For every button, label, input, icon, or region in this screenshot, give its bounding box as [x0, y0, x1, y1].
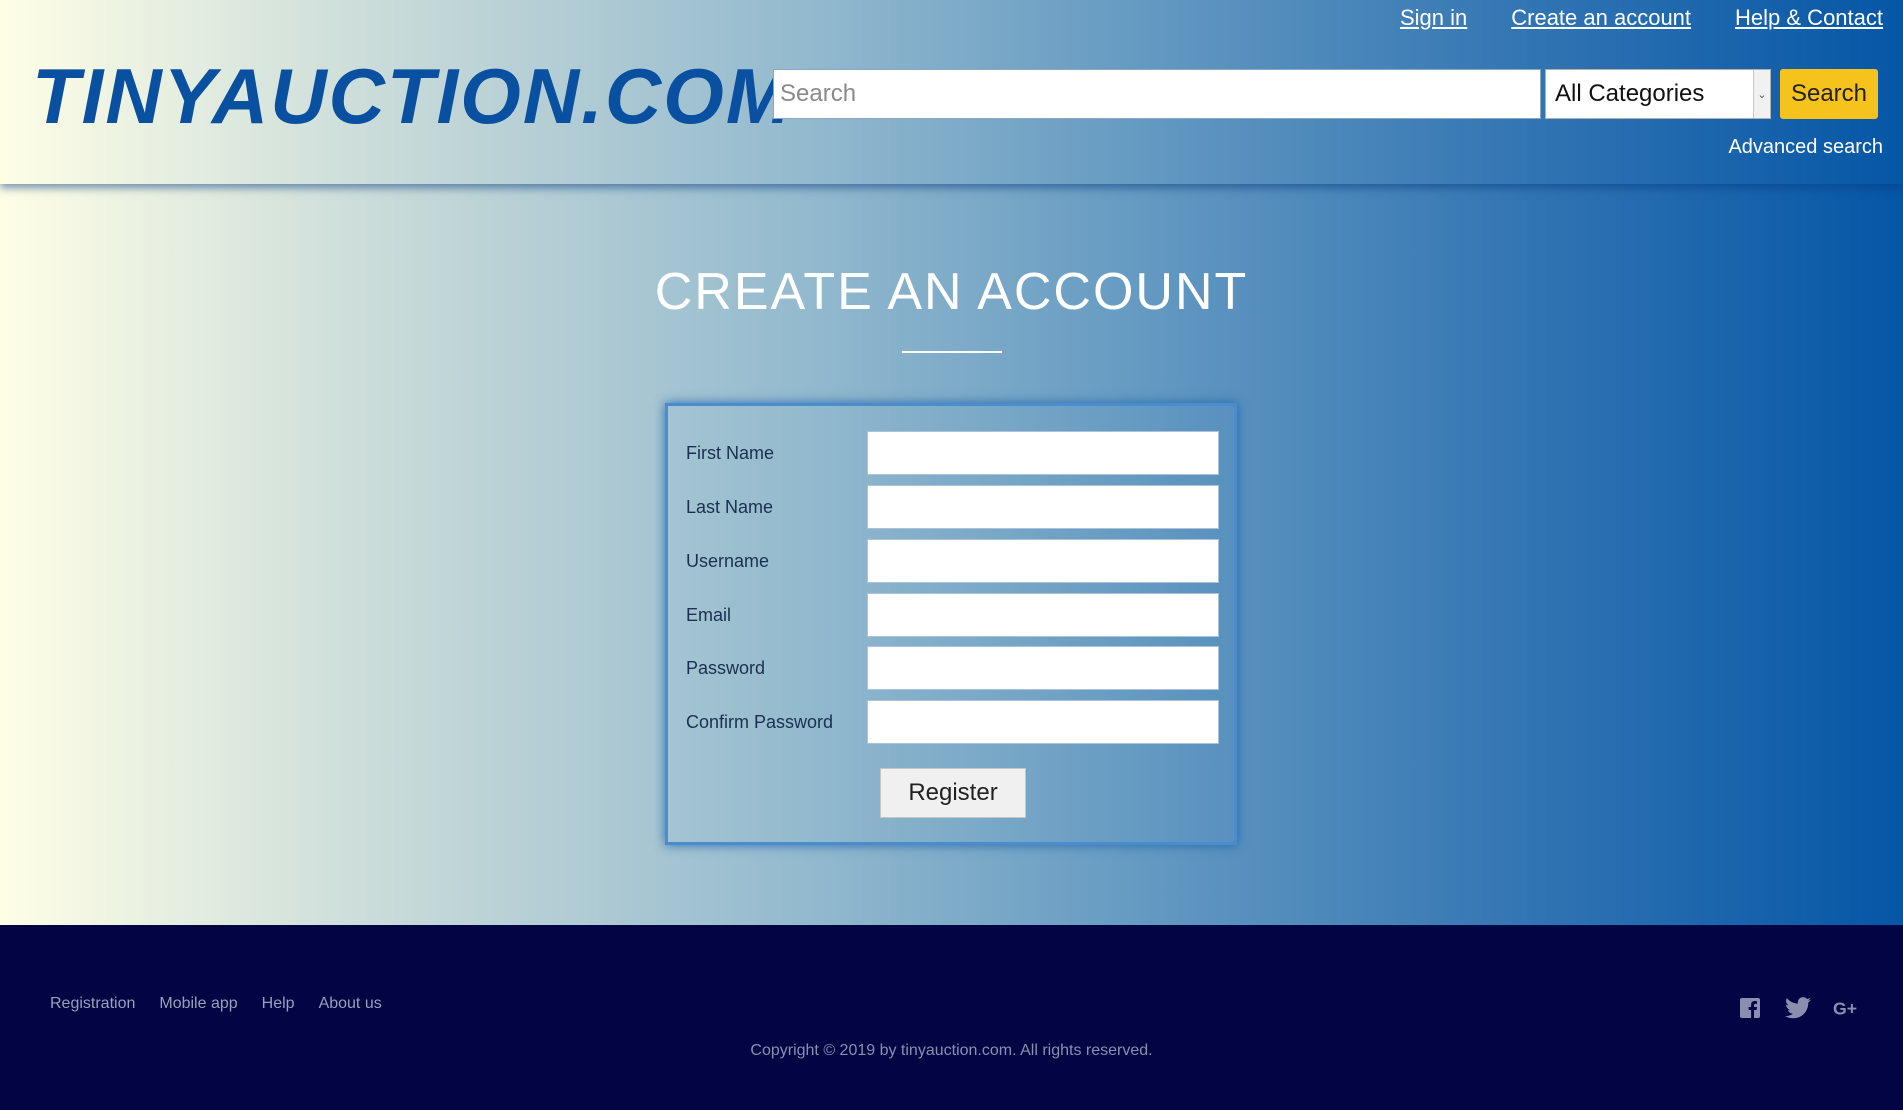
email-input[interactable] — [867, 593, 1219, 637]
create-account-link[interactable]: Create an account — [1511, 5, 1691, 31]
svg-text:G+: G+ — [1833, 999, 1857, 1019]
twitter-icon[interactable] — [1785, 995, 1811, 1021]
username-row: Username — [668, 539, 1234, 583]
email-label: Email — [686, 605, 732, 625]
footer-link-mobile-app[interactable]: Mobile app — [159, 995, 237, 1013]
page-title: CREATE AN ACCOUNT — [654, 263, 1249, 321]
advanced-search-link[interactable]: Advanced search — [1728, 136, 1883, 159]
search-input[interactable] — [773, 69, 1541, 119]
chevron-down-icon: ⌄ — [1753, 70, 1770, 118]
search-button[interactable]: Search — [1780, 69, 1878, 119]
last-name-input[interactable] — [867, 485, 1219, 529]
top-nav: Sign in Create an account Help & Contact — [1400, 5, 1883, 31]
facebook-icon[interactable] — [1737, 995, 1763, 1021]
last-name-label: Last Name — [686, 497, 774, 517]
confirm-password-label: Confirm Password — [686, 712, 834, 732]
password-input[interactable] — [867, 646, 1219, 690]
title-divider — [902, 351, 1002, 353]
help-contact-link[interactable]: Help & Contact — [1735, 5, 1883, 31]
category-select[interactable]: All Categories ⌄ — [1545, 69, 1771, 119]
password-label: Password — [686, 658, 766, 678]
password-row: Password — [668, 646, 1234, 690]
site-footer: Registration Mobile app Help About us G+… — [0, 925, 1903, 1110]
footer-link-registration[interactable]: Registration — [50, 995, 135, 1013]
last-name-row: Last Name — [668, 485, 1234, 529]
footer-link-help[interactable]: Help — [262, 995, 295, 1013]
social-links: G+ — [1737, 995, 1859, 1021]
registration-form: First Name Last Name Username Email Pass… — [665, 403, 1237, 845]
category-select-value: All Categories — [1555, 80, 1705, 107]
google-plus-icon[interactable]: G+ — [1833, 995, 1859, 1021]
site-logo[interactable]: TINYAUCTION.COM — [32, 48, 793, 144]
first-name-input[interactable] — [867, 431, 1219, 475]
confirm-password-input[interactable] — [867, 700, 1219, 744]
site-header: TINYAUCTION.COM Sign in Create an accoun… — [0, 0, 1903, 184]
first-name-row: First Name — [668, 431, 1234, 475]
confirm-password-row: Confirm Password — [668, 700, 1234, 744]
register-button[interactable]: Register — [880, 768, 1026, 818]
username-input[interactable] — [867, 539, 1219, 583]
sign-in-link[interactable]: Sign in — [1400, 5, 1467, 31]
footer-link-about-us[interactable]: About us — [319, 995, 382, 1013]
email-row: Email — [668, 593, 1234, 637]
copyright-text: Copyright © 2019 by tinyauction.com. All… — [750, 1042, 1153, 1059]
first-name-label: First Name — [686, 443, 775, 463]
footer-nav: Registration Mobile app Help About us — [50, 995, 382, 1013]
username-label: Username — [686, 551, 770, 571]
